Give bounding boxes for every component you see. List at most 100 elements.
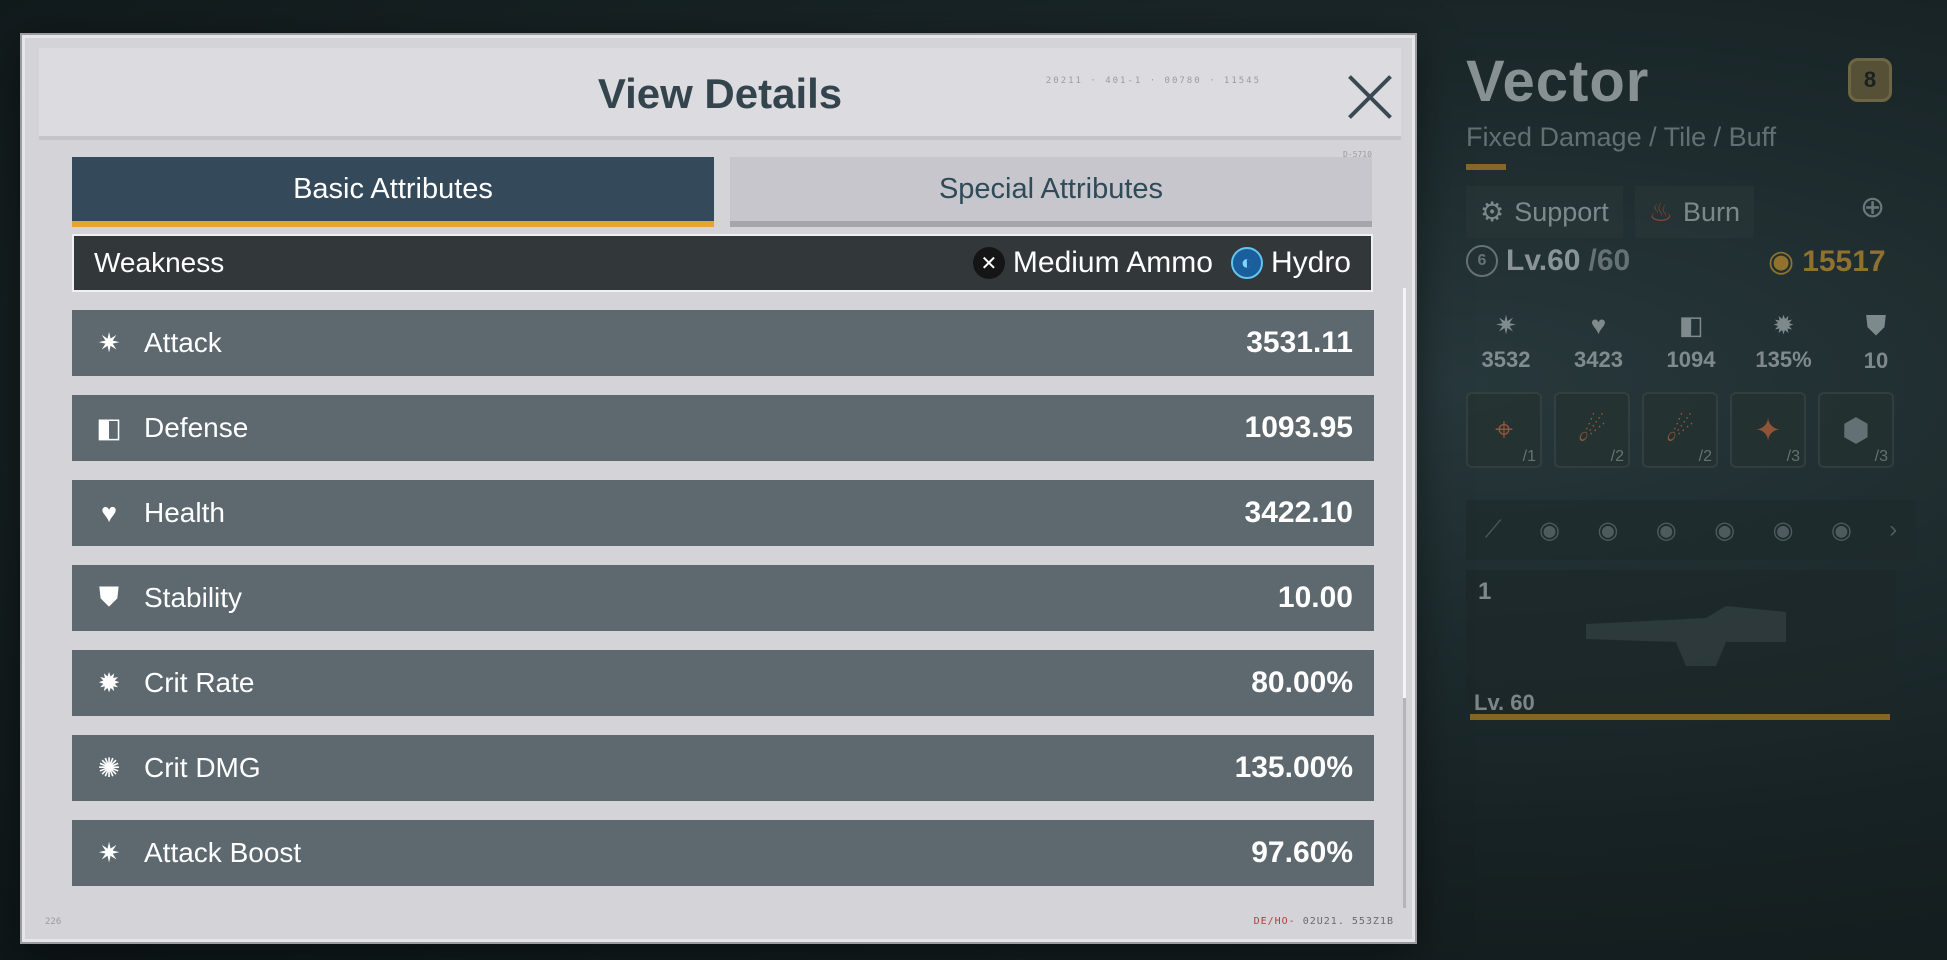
slot-dot-icon: ◉: [1830, 516, 1852, 544]
stat-value: 135%: [1755, 347, 1812, 372]
close-icon[interactable]: [1345, 72, 1395, 122]
stat-summary: ✷ 3532 ♥ 3423 ◧ 1094 ✹ 135% ⛊ 10: [1466, 310, 1916, 374]
character-name: Vector: [1466, 49, 1650, 114]
attr-value: 10.00: [1277, 581, 1353, 614]
stat-attack: ✷ 3532: [1466, 310, 1546, 374]
tab-basic-attributes[interactable]: Basic Attributes: [72, 157, 714, 227]
attr-label: Attack Boost: [144, 837, 302, 868]
stat-defense: ◧ 1094: [1651, 310, 1731, 374]
slot-dot-icon: ◉: [1772, 516, 1794, 544]
skill-slot: ⌖ /1: [1466, 392, 1542, 468]
attr-row-attack: ✷ Attack 3531.11: [72, 310, 1374, 376]
skill-count: /3: [1786, 448, 1800, 465]
stat-health: ♥ 3423: [1559, 310, 1639, 374]
scrollbar-thumb[interactable]: [1403, 288, 1406, 698]
character-panel: Vector 8 Fixed Damage / Tile / Buff ⚙ Sup…: [1440, 40, 1920, 740]
flame-icon: ♨: [1648, 196, 1674, 227]
power-icon: ◉: [1768, 245, 1795, 278]
health-icon: ♥: [100, 497, 118, 528]
slot-dot-icon: ◉: [1655, 516, 1677, 544]
chevron-right-icon: ›: [1889, 516, 1898, 543]
attr-row-attack-boost: ✷ Attack Boost 97.60%: [72, 820, 1374, 886]
stat-value: 3423: [1574, 347, 1623, 372]
attr-label: Crit DMG: [144, 752, 261, 783]
skill-slot: ⬢/3: [1818, 392, 1894, 468]
stat-value: 10: [1863, 348, 1889, 373]
footer-code-right: DE/HO- 02U21. 553Z1B: [1254, 916, 1394, 927]
slot-dot-icon: ◉: [1597, 516, 1619, 544]
attribute-tabs: Basic Attributes Special Attributes: [72, 157, 1372, 227]
attr-value: 80.00%: [1251, 666, 1353, 699]
scrollbar[interactable]: [1403, 288, 1406, 908]
footer-code-text: 02U21. 553Z1B: [1302, 916, 1394, 927]
footer-code-red: DE/HO-: [1253, 916, 1296, 927]
support-icon: ⚙: [1480, 196, 1505, 227]
tab-special-attributes[interactable]: Special Attributes: [730, 157, 1372, 227]
slot-dot-icon: ◉: [1538, 516, 1560, 544]
shield-icon: ◧: [1678, 310, 1704, 340]
attr-row-crit-dmg: ✺ Crit DMG 135.00%: [72, 735, 1374, 801]
attr-row-stability: ⛊ Stability 10.00: [72, 565, 1374, 631]
dragon-icon: ✦: [1754, 412, 1782, 448]
hydro-icon: ◐: [1230, 247, 1263, 279]
stat-value: 3532: [1481, 347, 1531, 372]
skill-count: /1: [1522, 448, 1536, 465]
attack-icon: ✷: [97, 327, 121, 358]
attr-label: Attack: [144, 327, 222, 358]
character-subtitle: Fixed Damage / Tile / Buff: [1466, 122, 1777, 152]
weapon-index: 1: [1478, 578, 1492, 605]
module-slots: ⟋ ◉ ◉ ◉ ◉ ◉ ◉ ›: [1466, 500, 1916, 560]
crossed-swords-icon: ✕: [972, 247, 1005, 279]
skill-slots: ⌖/1 ☄/2 ☄/2 ✦/3 ⬢/3: [1466, 392, 1894, 468]
weapon-card: 1 Lv. 60: [1466, 570, 1896, 730]
power-value: 15517: [1802, 244, 1886, 278]
subtitle-underline: [1466, 164, 1506, 170]
attr-value: 1093.95: [1244, 411, 1353, 444]
skill-count: /2: [1610, 448, 1624, 465]
character-tags: ⚙ Support ♨ Burn: [1466, 186, 1755, 238]
heart-icon: ♥: [1590, 310, 1607, 340]
tag-label: Burn: [1683, 196, 1741, 227]
flame-bullet-icon: ☄: [1577, 412, 1607, 448]
crit-rate-icon: ✹: [97, 667, 121, 698]
attack-boost-icon: ✷: [97, 837, 121, 868]
rank-badge: 8: [1848, 58, 1892, 102]
attr-label: Crit Rate: [144, 667, 255, 698]
stability-icon: ⛊: [98, 582, 120, 612]
header-decoration-code: 20211 · 401-1 · 00780 · 11545: [1045, 76, 1261, 86]
stat-value: 1094: [1666, 347, 1716, 372]
attr-value: 3531.11: [1246, 326, 1353, 359]
attr-label: Defense: [144, 412, 249, 443]
attribute-list: ✷ Attack 3531.11 ◧ Defense 1093.95 ♥ Hea…: [72, 310, 1374, 921]
module-icon: ⟋: [1484, 516, 1502, 543]
attr-row-defense: ◧ Defense 1093.95: [72, 395, 1374, 461]
level-max: /60: [1588, 244, 1631, 277]
weakness-bar: Weakness ✕ Medium Ammo ◐ Hydro: [72, 234, 1373, 292]
weapon-level: Lv. 60: [1474, 690, 1535, 715]
zoom-icon: ⊕: [1860, 191, 1886, 224]
weakness-label: Weakness: [94, 247, 225, 278]
stat-crit: ✹ 135%: [1744, 310, 1824, 374]
character-level: 6 Lv.60/60: [1466, 244, 1630, 278]
turtle-icon: ⬢: [1842, 412, 1870, 448]
attr-row-health: ♥ Health 3422.10: [72, 480, 1374, 546]
skill-count: /2: [1698, 448, 1712, 465]
badge-icon: ⛊: [1866, 310, 1886, 340]
slot-dot-icon: ◉: [1714, 516, 1736, 544]
skill-slot: ☄/2: [1642, 392, 1718, 468]
weapon-image: [1586, 606, 1786, 666]
footer-code-left: 226: [45, 917, 62, 927]
modal-header: View Details 20211 · 401-1 · 00780 · 115…: [39, 48, 1401, 140]
attr-value: 135.00%: [1234, 751, 1353, 784]
crit-dmg-icon: ✺: [97, 752, 121, 783]
tag-support: ⚙ Support: [1466, 186, 1623, 238]
weakness-item-label: Hydro: [1270, 246, 1351, 279]
attack-icon: ✷: [1495, 310, 1517, 340]
level-current: Lv.60: [1506, 244, 1581, 277]
modal-title: View Details: [597, 70, 843, 117]
attr-label: Stability: [144, 582, 243, 613]
level-badge-icon: 6: [1466, 245, 1498, 277]
combat-power: ◉ 15517: [1768, 244, 1886, 279]
stat-stability: ⛊ 10: [1836, 310, 1916, 374]
view-details-modal: View Details 20211 · 401-1 · 00780 · 115…: [22, 35, 1415, 942]
